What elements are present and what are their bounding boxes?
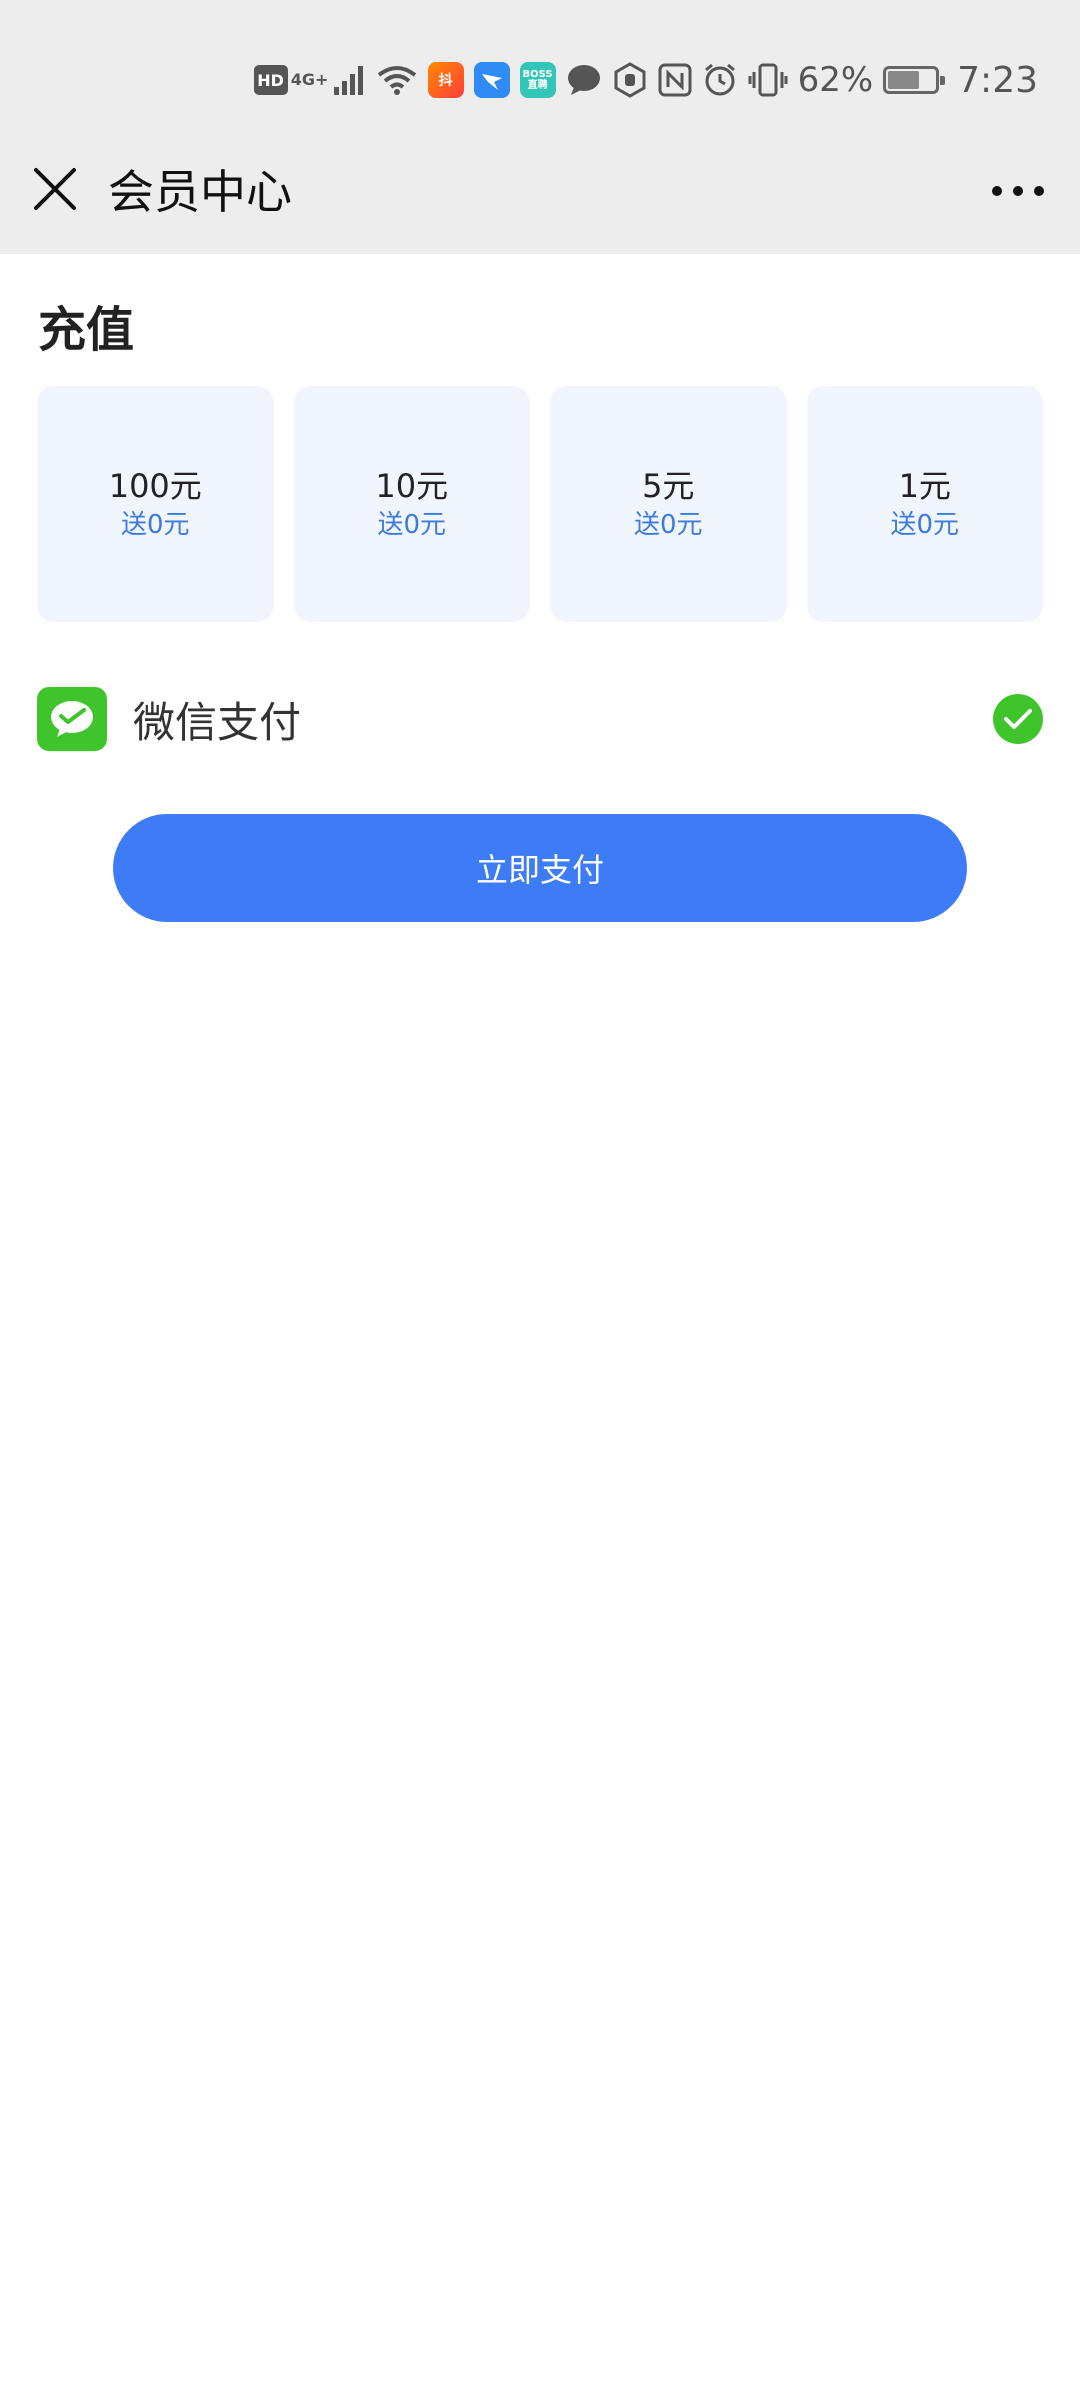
wechat-pay-icon (37, 687, 107, 751)
close-button[interactable] (28, 162, 82, 216)
option-amount: 5元 (642, 467, 695, 505)
vibrate-icon (748, 63, 788, 97)
more-icon-dot (1034, 186, 1044, 196)
clock: 7:23 (957, 59, 1038, 101)
payment-method-wechat[interactable]: 微信支付 (37, 686, 1043, 752)
hd-icon: HD (253, 65, 288, 95)
close-icon (34, 168, 76, 210)
page-title: 会员中心 (108, 165, 292, 219)
selected-check-icon (993, 694, 1043, 744)
option-amount: 100元 (108, 467, 202, 505)
status-icons: HD 4G+ 抖 BOSS直聘 62% 7:23 (253, 58, 1038, 102)
recharge-option-5[interactable]: 5元 送0元 (550, 386, 787, 622)
4g-signal-icon: 4G+ (291, 72, 329, 88)
nav-bar: 会员中心 (0, 140, 1080, 254)
recharge-option-10[interactable]: 10元 送0元 (293, 386, 530, 622)
option-bonus: 送0元 (120, 510, 190, 540)
recharge-option-1[interactable]: 1元 送0元 (806, 386, 1043, 622)
wechat-pay-glyph (51, 701, 93, 737)
battery-icon (883, 66, 946, 94)
nfc-icon (658, 63, 692, 97)
battery-fill (888, 71, 920, 89)
battery-percent: 62% (797, 60, 874, 100)
option-bonus: 送0元 (633, 510, 703, 540)
hand-icon (614, 62, 646, 98)
status-bar: HD 4G+ 抖 BOSS直聘 62% 7:23 (0, 0, 1080, 140)
pay-now-button[interactable]: 立即支付 (113, 814, 967, 922)
recharge-option-100[interactable]: 100元 送0元 (37, 386, 274, 622)
recharge-title: 充值 (38, 302, 135, 358)
option-amount: 10元 (375, 467, 449, 505)
boss-icon: BOSS直聘 (519, 62, 556, 98)
option-bonus: 送0元 (890, 510, 960, 540)
more-icon-dot (992, 186, 1002, 196)
alarm-icon (704, 63, 735, 96)
recharge-options: 100元 送0元 10元 送0元 5元 送0元 1元 送0元 (37, 386, 1043, 622)
payment-method-label: 微信支付 (133, 697, 302, 747)
check-glyph (1004, 709, 1032, 729)
option-amount: 1元 (898, 467, 951, 505)
option-bonus: 送0元 (377, 510, 447, 540)
more-button[interactable] (986, 164, 1050, 218)
chat-bubble-icon (567, 65, 600, 95)
app-orange-icon: 抖 (427, 62, 464, 98)
dingtalk-icon (473, 62, 510, 98)
network-label: 4G+ (290, 70, 329, 89)
wifi-icon (377, 66, 416, 95)
cell-signal-icon (333, 66, 363, 95)
more-icon-dot (1013, 186, 1023, 196)
